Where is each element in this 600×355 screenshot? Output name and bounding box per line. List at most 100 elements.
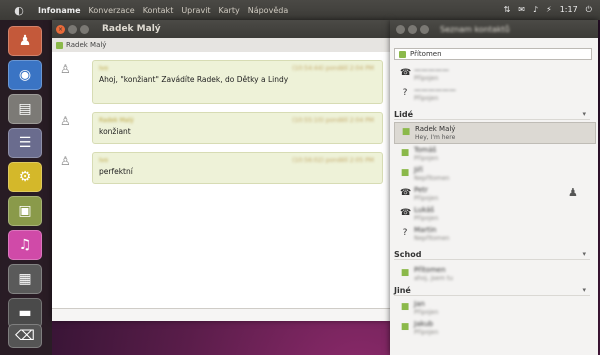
- contact-name: Jakub: [414, 320, 434, 328]
- launcher-chat-icon[interactable]: ☰: [8, 128, 42, 158]
- contact-status: Připojen: [414, 329, 439, 336]
- group-schod[interactable]: Schod ▾: [394, 250, 590, 260]
- status-available-icon: ■: [401, 127, 411, 137]
- tab-label: Radek Malý: [66, 41, 107, 49]
- group-name: Schod: [394, 250, 422, 259]
- maximize-icon[interactable]: [420, 24, 429, 34]
- chat-titlebar[interactable]: × Radek Malý: [52, 20, 390, 38]
- contacts-window-title: Seznam kontaktů: [440, 24, 510, 34]
- launcher-workspace-icon[interactable]: ▦: [8, 264, 42, 294]
- tab-bar: Radek Malý: [52, 38, 390, 53]
- close-icon[interactable]: ×: [56, 24, 65, 34]
- message-sender: Ivo: [99, 65, 108, 72]
- indicator-area: ⇅ ✉ ♪ ⚡ 1:17 ⏻: [504, 5, 600, 15]
- minimize-icon[interactable]: [68, 24, 77, 34]
- menu-konverzace[interactable]: Konverzace: [89, 6, 135, 15]
- message-text: konžiant: [99, 127, 131, 136]
- contact-item[interactable]: ? Martin Nepřítomen: [394, 224, 594, 244]
- contact-item[interactable]: ☎ ————— Připojen: [394, 64, 594, 84]
- message-timestamp: (10:54:44) pondělí 2:04 PM: [292, 65, 374, 72]
- ubuntu-logo-icon[interactable]: ◐: [0, 4, 38, 17]
- message-area[interactable]: ♙ Ivo (10:54:44) pondělí 2:04 PM Ahoj, "…: [52, 52, 390, 324]
- message: ♙ Radek Malý (10:55:10) pondělí 2:04 PM …: [60, 112, 383, 144]
- network-icon[interactable]: ⇅: [504, 5, 511, 15]
- sound-icon[interactable]: ♪: [533, 5, 538, 15]
- contact-item-selected[interactable]: ■ Radek Malý Hey, I'm here: [394, 122, 596, 144]
- message-bubble: Ivo (10:56:02) pondělí 2:05 PM perfektní: [92, 152, 383, 184]
- chevron-down-icon[interactable]: ▾: [582, 250, 586, 258]
- group-jine[interactable]: Jiné ▾: [394, 286, 590, 296]
- chevron-down-icon[interactable]: ▾: [582, 110, 586, 118]
- status-dropdown[interactable]: Přítomen: [394, 48, 592, 60]
- contact-item[interactable]: ■ Jakub Připojen: [394, 318, 594, 338]
- contact-status: Připojen: [414, 215, 439, 222]
- contact-status: Připojen: [414, 155, 439, 162]
- menu-karty[interactable]: Karty: [219, 6, 240, 15]
- contact-item[interactable]: ■ Přítomen ahoj, jsem tu: [394, 264, 594, 284]
- message-text: Ahoj, "konžiant" Zavádíte Radek, do Dětk…: [99, 75, 289, 84]
- contact-name: Jan: [414, 300, 425, 308]
- launcher-photos-icon[interactable]: ▣: [8, 196, 42, 226]
- chat-window-title: Radek Malý: [102, 24, 161, 34]
- menu-kontakt[interactable]: Kontakt: [143, 6, 174, 15]
- status-available-icon: ■: [400, 268, 410, 278]
- contact-status: Připojen: [414, 95, 439, 102]
- contact-item[interactable]: ☎ Petr Připojen: [394, 184, 594, 204]
- contact-status: Nepřítomen: [414, 175, 450, 182]
- phone-icon: ☎: [400, 68, 412, 78]
- tab-radek[interactable]: Radek Malý: [56, 41, 106, 49]
- message-bubble: Ivo (10:54:44) pondělí 2:04 PM Ahoj, "ko…: [92, 60, 383, 104]
- messaging-icon[interactable]: ✉: [518, 5, 525, 15]
- person-icon: ♙: [60, 114, 71, 128]
- minimize-icon[interactable]: [408, 24, 417, 34]
- phone-icon: ☎: [400, 208, 412, 218]
- message-sender: Radek Malý: [99, 117, 134, 124]
- launcher-files-icon[interactable]: ▤: [8, 94, 42, 124]
- status-available-icon: [399, 50, 406, 58]
- status-available-icon: [56, 41, 63, 49]
- maximize-icon[interactable]: [80, 24, 89, 34]
- message: ♙ Ivo (10:56:02) pondělí 2:05 PM perfekt…: [60, 152, 383, 184]
- contact-item[interactable]: ■ Jiří Nepřítomen: [394, 164, 594, 184]
- contact-item[interactable]: ? —————— Připojen: [394, 84, 594, 104]
- menu-upravit[interactable]: Upravit: [181, 6, 210, 15]
- battery-icon[interactable]: ⚡: [546, 5, 552, 15]
- message-timestamp: (10:56:02) pondělí 2:05 PM: [292, 157, 374, 164]
- message-sender: Ivo: [99, 157, 108, 164]
- message-bubble: Radek Malý (10:55:10) pondělí 2:04 PM ko…: [92, 112, 383, 144]
- menu-napoveda[interactable]: Nápověda: [248, 6, 289, 15]
- contact-status: Nepřítomen: [414, 235, 450, 242]
- chevron-down-icon[interactable]: ▾: [582, 286, 586, 294]
- contact-item[interactable]: ☎ Lukáš Připojen: [394, 204, 594, 224]
- launcher-trash-icon[interactable]: ⌫: [8, 324, 42, 348]
- contact-name: Tomáš: [414, 146, 437, 154]
- phone-icon: ☎: [400, 188, 412, 198]
- unknown-status-icon: ?: [402, 228, 408, 238]
- group-lide[interactable]: Lidé ▾: [394, 110, 590, 120]
- status-available-icon: ■: [400, 168, 410, 178]
- contact-item[interactable]: ■ Jan Připojen: [394, 298, 594, 318]
- group-name: Jiné: [394, 286, 411, 295]
- status-value: Přítomen: [410, 50, 442, 58]
- clock[interactable]: 1:17: [560, 5, 578, 15]
- launcher-app-icon[interactable]: ♟: [8, 26, 42, 56]
- person-icon: ♟: [568, 186, 578, 199]
- contact-item[interactable]: ■ Tomáš Připojen: [394, 144, 594, 164]
- contact-name: Petr: [414, 186, 428, 194]
- contact-status: ahoj, jsem tu: [414, 275, 454, 282]
- launcher-browser-icon[interactable]: ◉: [8, 60, 42, 90]
- group-name: Lidé: [394, 110, 413, 119]
- session-icon[interactable]: ⏻: [586, 5, 592, 15]
- contact-name: Jiří: [414, 166, 423, 174]
- contacts-titlebar[interactable]: Seznam kontaktů: [390, 20, 598, 38]
- message-text: perfektní: [99, 167, 133, 176]
- person-icon: ♙: [60, 154, 71, 168]
- message-input[interactable]: [52, 308, 390, 321]
- close-icon[interactable]: [396, 24, 405, 34]
- status-available-icon: ■: [400, 302, 410, 312]
- chat-window: × Radek Malý Radek Malý ♙ Ivo (10:54:44)…: [52, 20, 390, 324]
- contacts-window: Seznam kontaktů Přítomen ☎ ————— Připoje…: [390, 20, 598, 355]
- launcher-settings-icon[interactable]: ⚙: [8, 162, 42, 192]
- launcher-music-icon[interactable]: ♫: [8, 230, 42, 260]
- contact-status: Připojen: [414, 75, 439, 82]
